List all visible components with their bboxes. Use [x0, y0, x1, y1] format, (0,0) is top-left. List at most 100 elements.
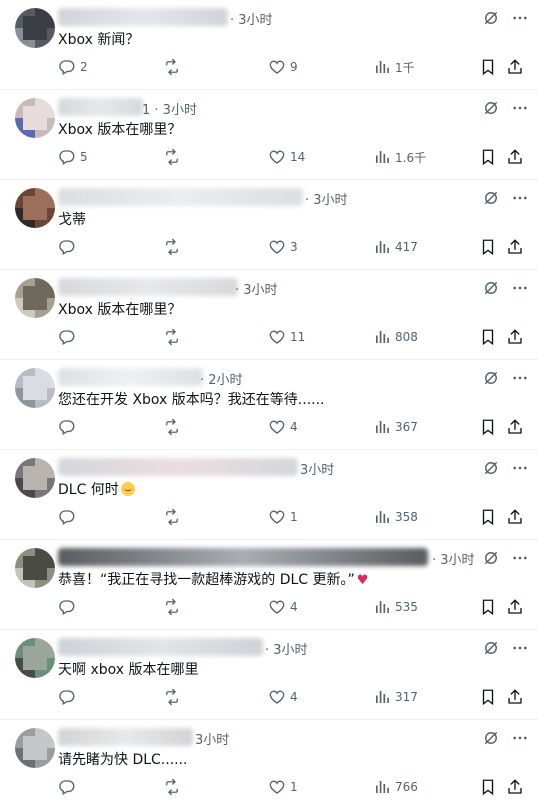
grok-icon[interactable]: [482, 99, 500, 117]
bookmark-button[interactable]: [479, 58, 497, 76]
retweet-button[interactable]: [163, 508, 181, 526]
grok-icon[interactable]: [482, 729, 500, 747]
author-name-redacted[interactable]: [58, 728, 193, 746]
author-name-redacted[interactable]: [58, 8, 228, 26]
like-button[interactable]: 1: [268, 778, 298, 796]
timestamp[interactable]: · 2小时: [200, 369, 243, 388]
retweet-button[interactable]: [163, 148, 181, 166]
views-button[interactable]: 358: [373, 508, 418, 526]
avatar[interactable]: [15, 278, 55, 318]
more-icon[interactable]: [511, 729, 529, 747]
grok-icon[interactable]: [482, 189, 500, 207]
reply-button[interactable]: 2: [58, 58, 88, 76]
share-button[interactable]: [506, 418, 524, 436]
reply-button[interactable]: [58, 418, 80, 436]
author-name-redacted[interactable]: [58, 188, 303, 206]
bookmark-button[interactable]: [479, 688, 497, 706]
more-icon[interactable]: [511, 369, 529, 387]
bookmark-button[interactable]: [479, 778, 497, 796]
reply-item[interactable]: 3小时 请先睹为快 DLC...... 1 766: [0, 720, 538, 805]
bookmark-button[interactable]: [479, 508, 497, 526]
retweet-button[interactable]: [163, 328, 181, 346]
more-icon[interactable]: [511, 279, 529, 297]
reply-button[interactable]: [58, 778, 80, 796]
bookmark-button[interactable]: [479, 238, 497, 256]
bookmark-button[interactable]: [479, 148, 497, 166]
author-name-redacted[interactable]: [58, 548, 428, 566]
avatar[interactable]: [15, 728, 55, 768]
views-button[interactable]: 808: [373, 328, 418, 346]
more-icon[interactable]: [511, 639, 529, 657]
timestamp[interactable]: 3小时: [195, 729, 229, 748]
views-button[interactable]: 367: [373, 418, 418, 436]
share-button[interactable]: [506, 508, 524, 526]
more-icon[interactable]: [511, 99, 529, 117]
like-button[interactable]: 4: [268, 598, 298, 616]
reply-item[interactable]: · 3小时 戈蒂 3 417: [0, 180, 538, 270]
author-name-redacted[interactable]: [58, 638, 263, 656]
author-name-redacted[interactable]: [58, 368, 203, 386]
like-button[interactable]: 4: [268, 418, 298, 436]
avatar[interactable]: [15, 98, 55, 138]
reply-button[interactable]: [58, 688, 80, 706]
reply-button[interactable]: [58, 328, 80, 346]
grok-icon[interactable]: [482, 9, 500, 27]
avatar[interactable]: [15, 638, 55, 678]
avatar[interactable]: [15, 548, 55, 588]
bookmark-button[interactable]: [479, 328, 497, 346]
like-button[interactable]: 3: [268, 238, 298, 256]
timestamp[interactable]: · 3小时: [432, 549, 475, 568]
like-button[interactable]: 4: [268, 688, 298, 706]
avatar[interactable]: [15, 368, 55, 408]
share-button[interactable]: [506, 148, 524, 166]
views-button[interactable]: 317: [373, 688, 418, 706]
bookmark-button[interactable]: [479, 598, 497, 616]
timestamp[interactable]: 3小时: [300, 459, 334, 478]
reply-button[interactable]: [58, 598, 80, 616]
share-button[interactable]: [506, 688, 524, 706]
more-icon[interactable]: [511, 9, 529, 27]
bookmark-button[interactable]: [479, 418, 497, 436]
retweet-button[interactable]: [163, 238, 181, 256]
reply-item[interactable]: · 3小时 恭喜！“我正在寻找一款超棒游戏的 DLC 更新。” ♥ 4 535: [0, 540, 538, 630]
reply-item[interactable]: · 3小时 Xbox 新闻？ 2 9 1千: [0, 0, 538, 90]
author-name-redacted[interactable]: [58, 278, 238, 296]
timestamp[interactable]: · 3小时: [230, 9, 273, 28]
share-button[interactable]: [506, 238, 524, 256]
views-button[interactable]: 1.6千: [373, 148, 426, 166]
more-icon[interactable]: [511, 549, 529, 567]
more-icon[interactable]: [511, 459, 529, 477]
grok-icon[interactable]: [482, 279, 500, 297]
like-button[interactable]: 11: [268, 328, 305, 346]
timestamp[interactable]: · 3小时: [265, 639, 308, 658]
author-name-redacted[interactable]: [58, 98, 143, 116]
grok-icon[interactable]: [482, 459, 500, 477]
retweet-button[interactable]: [163, 688, 181, 706]
timestamp[interactable]: · 3小时: [305, 189, 348, 208]
reply-item[interactable]: · 2小时 您还在开发 Xbox 版本吗？我还在等待...... 4 367: [0, 360, 538, 450]
reply-item[interactable]: · 3小时 天啊 xbox 版本在哪里 4 317: [0, 630, 538, 720]
retweet-button[interactable]: [163, 58, 181, 76]
like-button[interactable]: 14: [268, 148, 305, 166]
share-button[interactable]: [506, 778, 524, 796]
avatar[interactable]: [15, 188, 55, 228]
retweet-button[interactable]: [163, 418, 181, 436]
share-button[interactable]: [506, 58, 524, 76]
reply-button[interactable]: [58, 238, 80, 256]
grok-icon[interactable]: [482, 549, 500, 567]
avatar[interactable]: [15, 8, 55, 48]
views-button[interactable]: 1千: [373, 58, 415, 76]
retweet-button[interactable]: [163, 778, 181, 796]
views-button[interactable]: 766: [373, 778, 418, 796]
grok-icon[interactable]: [482, 639, 500, 657]
more-icon[interactable]: [511, 189, 529, 207]
views-button[interactable]: 417: [373, 238, 418, 256]
reply-button[interactable]: [58, 508, 80, 526]
timestamp[interactable]: 1 · 3小时: [142, 99, 197, 118]
reply-item[interactable]: 3小时 DLC 何时 1 358: [0, 450, 538, 540]
views-button[interactable]: 535: [373, 598, 418, 616]
share-button[interactable]: [506, 328, 524, 346]
like-button[interactable]: 1: [268, 508, 298, 526]
author-name-redacted[interactable]: [58, 458, 298, 476]
timestamp[interactable]: · 3小时: [235, 279, 278, 298]
